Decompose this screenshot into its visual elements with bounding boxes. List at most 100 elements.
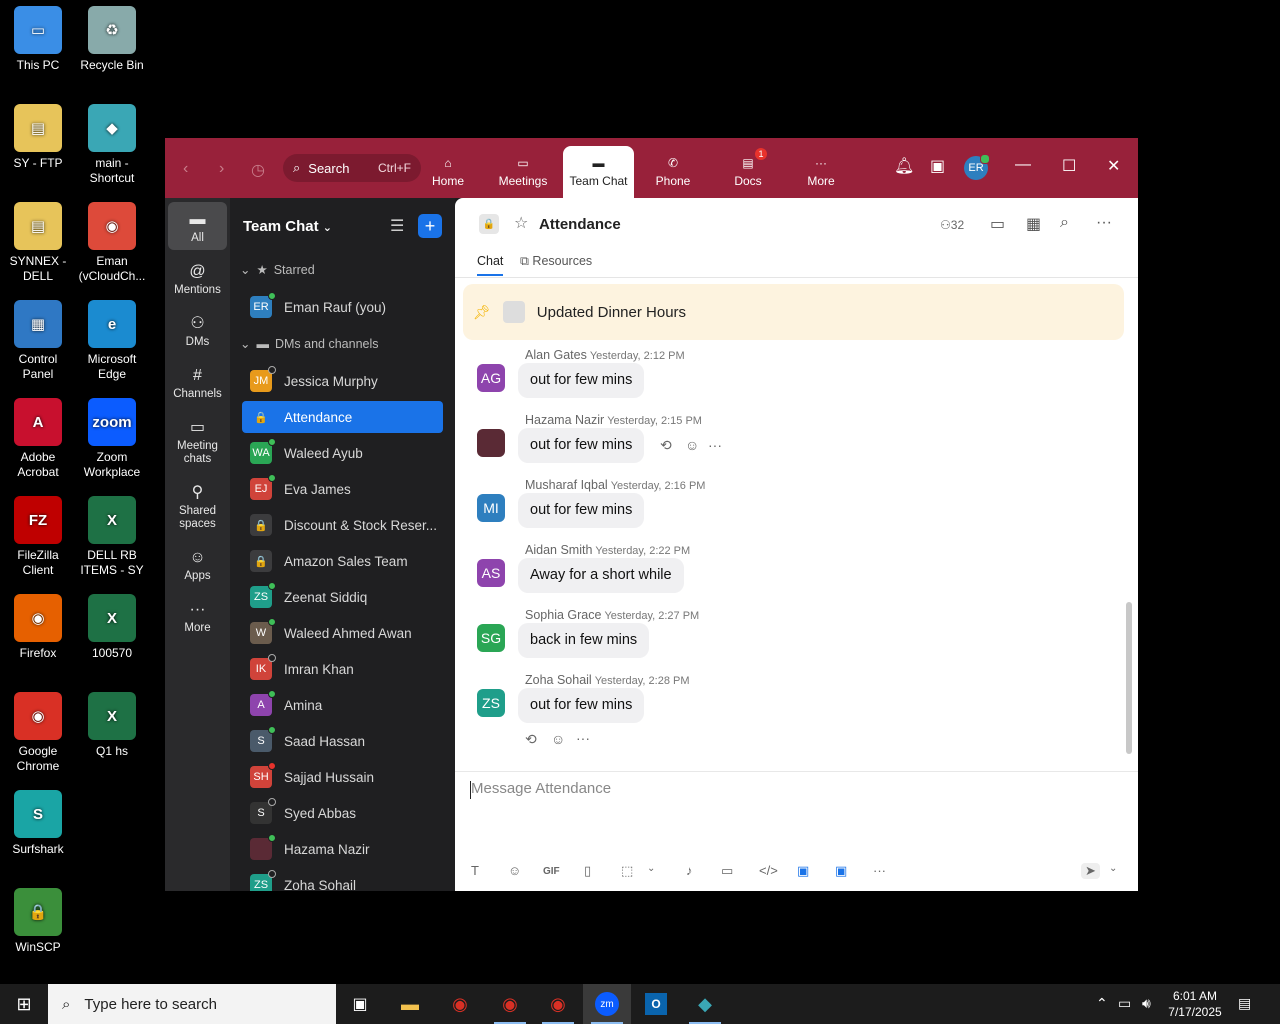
- gif-icon[interactable]: GIF: [543, 866, 560, 877]
- members-count[interactable]: ⚇32: [940, 218, 964, 232]
- more-actions-icon[interactable]: ···: [576, 730, 590, 746]
- desktop-icon[interactable]: FZ FileZilla Client: [0, 496, 76, 578]
- add-button[interactable]: +: [418, 214, 442, 238]
- windows-start-icon[interactable]: ⊞: [0, 984, 48, 1024]
- send-icon[interactable]: ➤: [1081, 863, 1100, 879]
- rail-item-dms[interactable]: ⚇ DMs: [168, 306, 227, 352]
- message[interactable]: AS Aidan Smith Yesterday, 2:22 PM Away for …: [455, 543, 1115, 608]
- screenshot-icon[interactable]: ⬚: [621, 863, 633, 879]
- message[interactable]: MI Musharaf Iqbal Yesterday, 2:16 PM out fo…: [455, 478, 1115, 543]
- history-icon[interactable]: ◷: [251, 160, 265, 180]
- chevron-down-icon[interactable]: ⌄: [1109, 863, 1117, 874]
- file-explorer-icon[interactable]: ▬: [386, 984, 434, 1024]
- desktop-icon[interactable]: ▤ SY - FTP: [0, 104, 76, 171]
- video-icon[interactable]: ▭: [990, 214, 1005, 234]
- chat-list-item[interactable]: S Saad Hassan: [242, 725, 443, 757]
- chat-list-item[interactable]: ZS Zeenat Siddiq: [242, 581, 443, 613]
- tab-more[interactable]: ··· More: [786, 146, 856, 198]
- scrollbar[interactable]: [1126, 602, 1132, 754]
- rail-item-more[interactable]: ··· More: [168, 592, 227, 638]
- taskbar-search[interactable]: ⌕ Type here to search: [48, 984, 336, 1024]
- desktop-icon[interactable]: e Microsoft Edge: [74, 300, 150, 382]
- message-input[interactable]: Message Attendance: [469, 780, 611, 799]
- chrome-icon[interactable]: ◉: [436, 984, 484, 1024]
- app-icon[interactable]: ▣: [797, 863, 809, 879]
- message[interactable]: SG Sophia Grace Yesterday, 2:27 PM back in …: [455, 608, 1115, 673]
- section-starred[interactable]: ⌄ ★ Starred: [240, 262, 315, 278]
- message[interactable]: AG Alan Gates Yesterday, 2:12 PM out for fe…: [455, 348, 1115, 413]
- chat-list-title[interactable]: Team Chat ⌄: [243, 218, 332, 235]
- avatar[interactable]: ZS: [477, 689, 505, 717]
- section-dms[interactable]: ⌄ ▬ DMs and channels: [240, 336, 379, 352]
- avatar[interactable]: SG: [477, 624, 505, 652]
- sender-name[interactable]: Hazama Nazir: [525, 413, 604, 427]
- rail-item-mentions[interactable]: @ Mentions: [168, 254, 227, 300]
- rail-item-shared-spaces[interactable]: ⚲ Shared spaces: [168, 475, 227, 533]
- emoji-react-icon[interactable]: ☺: [685, 437, 699, 453]
- file-icon[interactable]: ▯: [584, 863, 591, 879]
- format-text-icon[interactable]: T: [471, 863, 479, 878]
- avatar[interactable]: AS: [477, 559, 505, 587]
- filter-icon[interactable]: ☰: [390, 216, 404, 236]
- message[interactable]: ZS Zoha Sohail Yesterday, 2:28 PM out for f…: [455, 673, 1115, 738]
- chat-list-item[interactable]: SH Sajjad Hussain: [242, 761, 443, 793]
- gift-icon[interactable]: ▣: [930, 156, 945, 176]
- avatar[interactable]: MI: [477, 494, 505, 522]
- chrome-profile-icon[interactable]: ◉: [486, 984, 534, 1024]
- task-view-icon[interactable]: ▣: [336, 984, 384, 1024]
- desktop-icon[interactable]: X Q1 hs: [74, 692, 150, 759]
- close-icon[interactable]: ✕: [1107, 156, 1120, 176]
- desktop-icon[interactable]: 🔒 WinSCP: [0, 888, 76, 955]
- desktop-icon[interactable]: ◉ Firefox: [0, 594, 76, 661]
- clock[interactable]: 6:01 AM 7/17/2025: [1160, 988, 1230, 1020]
- app-icon-2[interactable]: ▣: [835, 863, 847, 879]
- chat-list-item[interactable]: ZS Zoha Sohail: [242, 869, 443, 891]
- reply-icon[interactable]: ⟲: [660, 437, 672, 454]
- sender-name[interactable]: Musharaf Iqbal: [525, 478, 608, 492]
- calendar-icon[interactable]: ▦: [1026, 214, 1041, 234]
- chat-list-item[interactable]: WA Waleed Ayub: [242, 437, 443, 469]
- tab-docs[interactable]: ▤ Docs 1: [713, 146, 783, 198]
- chat-list-item[interactable]: Hazama Nazir: [242, 833, 443, 865]
- desktop-icon[interactable]: ◉ Google Chrome: [0, 692, 76, 774]
- minimize-icon[interactable]: —: [1015, 156, 1031, 174]
- rail-item-all[interactable]: ▬ All: [168, 202, 227, 250]
- bell-icon[interactable]: 🔔︎: [894, 156, 914, 176]
- network-icon[interactable]: ▭: [1118, 995, 1131, 1012]
- desktop-icon[interactable]: ◆ main - Shortcut: [74, 104, 150, 186]
- chat-list-item[interactable]: 🔒 Amazon Sales Team: [242, 545, 443, 577]
- chat-list-item[interactable]: 🔒 Attendance: [242, 401, 443, 433]
- rail-item-meeting-chats[interactable]: ▭ Meeting chats: [168, 410, 227, 468]
- desktop-icon[interactable]: ◉ Eman (vCloudCh...: [74, 202, 150, 284]
- sender-name[interactable]: Zoha Sohail: [525, 673, 592, 687]
- video-message-icon[interactable]: ▭: [721, 863, 733, 879]
- zoom-taskbar-icon[interactable]: zm: [583, 984, 631, 1024]
- notifications-icon[interactable]: ▤: [1238, 995, 1251, 1012]
- volume-icon[interactable]: 🔊︎: [1142, 995, 1151, 1012]
- search-box[interactable]: ⌕ Search Ctrl+F: [283, 154, 421, 182]
- outlook-icon[interactable]: O: [632, 984, 680, 1024]
- avatar[interactable]: AG: [477, 364, 505, 392]
- app-taskbar-icon[interactable]: ◆: [681, 984, 729, 1024]
- chat-list-item[interactable]: A Amina: [242, 689, 443, 721]
- desktop-icon[interactable]: X DELL RB ITEMS - SY: [74, 496, 150, 578]
- sender-name[interactable]: Sophia Grace: [525, 608, 601, 622]
- more-icon[interactable]: ···: [1096, 214, 1112, 232]
- chevron-down-icon[interactable]: ⌄: [647, 863, 655, 874]
- tab-chat[interactable]: Chat: [477, 254, 504, 276]
- chat-list-item[interactable]: W Waleed Ahmed Awan: [242, 617, 443, 649]
- tab-phone[interactable]: ✆ Phone: [638, 146, 708, 198]
- chat-list-item[interactable]: JM Jessica Murphy: [242, 365, 443, 397]
- chat-list-item[interactable]: EJ Eva James: [242, 473, 443, 505]
- rail-item-apps[interactable]: ☺ Apps: [168, 540, 227, 586]
- chat-list-item[interactable]: S Syed Abbas: [242, 797, 443, 829]
- tab-home[interactable]: ⌂ Home: [413, 146, 483, 198]
- tab-team-chat[interactable]: ▬ Team Chat: [563, 146, 634, 198]
- rail-item-channels[interactable]: # Channels: [168, 358, 227, 404]
- search-icon[interactable]: ⌕: [1060, 214, 1069, 232]
- pinned-message[interactable]: 📌︎ Updated Dinner Hours: [463, 284, 1124, 340]
- avatar[interactable]: [477, 429, 505, 457]
- maximize-icon[interactable]: ☐: [1062, 156, 1076, 176]
- reply-icon[interactable]: ⟲: [525, 731, 537, 748]
- chat-list-item[interactable]: 🔒 Discount & Stock Reser...: [242, 509, 443, 541]
